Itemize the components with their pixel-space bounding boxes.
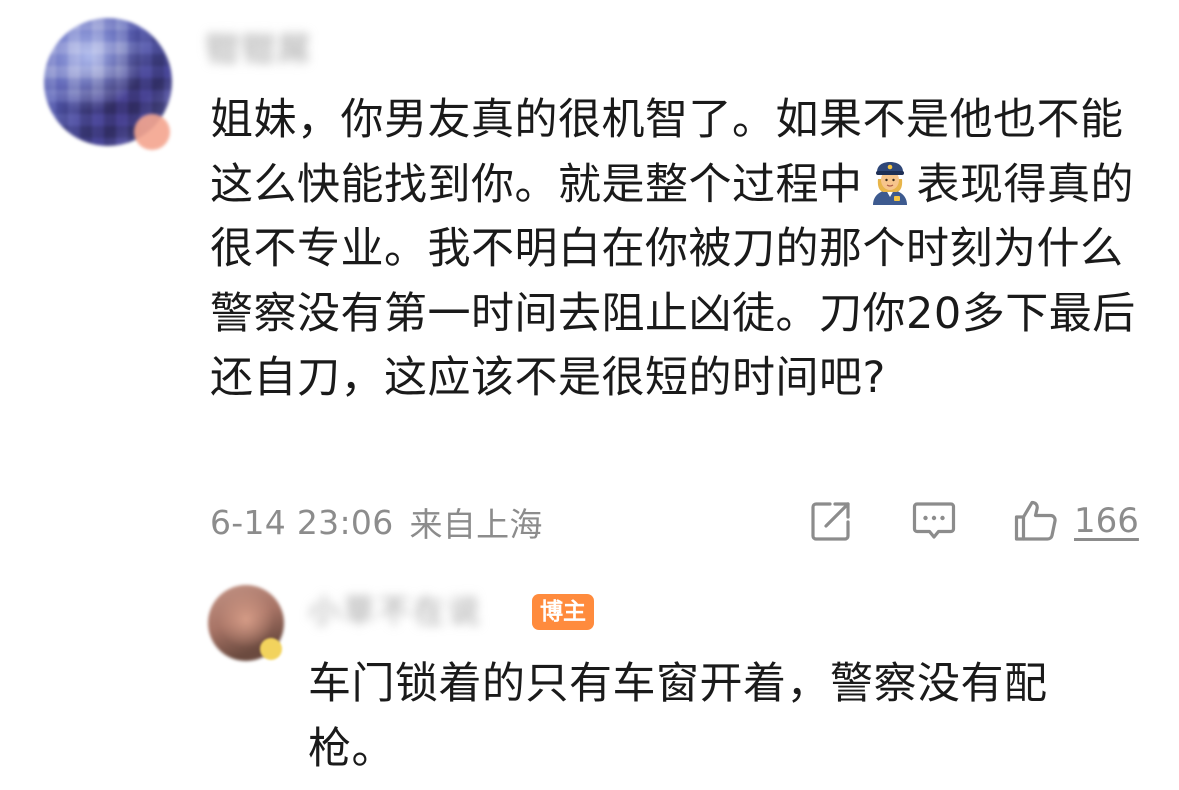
reply-text: 车门锁着的只有车窗开着，警察没有配枪。 bbox=[308, 659, 1048, 774]
like-count: 166 bbox=[1074, 501, 1139, 541]
reply-button[interactable] bbox=[910, 496, 958, 546]
reply-username[interactable]: 小草不在说 bbox=[308, 588, 523, 634]
avatar-badge-icon bbox=[134, 114, 170, 150]
commenter-username-text: 钳钳屌 bbox=[205, 30, 313, 70]
author-badge: 博主 bbox=[532, 594, 594, 630]
reply-username-text: 小草不在说 bbox=[308, 592, 484, 630]
comment-location: 来自上海 bbox=[409, 505, 543, 544]
comment-meta: 6-14 23:06 来自上海 bbox=[210, 498, 543, 546]
like-button[interactable]: 166 bbox=[1012, 496, 1139, 546]
police-officer-emoji-icon bbox=[867, 159, 913, 205]
share-button[interactable] bbox=[808, 496, 854, 546]
comment-icon bbox=[912, 502, 956, 539]
comment-time: 6-14 23:06 bbox=[210, 502, 394, 542]
comment-text: 姐妹，你男友真的很机智了。如果不是他也不能这么快能找到你。就是整个过程中 表现得… bbox=[210, 88, 1145, 411]
commenter-username[interactable]: 钳钳屌 bbox=[205, 28, 335, 72]
verified-badge-icon bbox=[260, 638, 282, 660]
thumbs-up-icon bbox=[1014, 500, 1057, 541]
share-icon bbox=[811, 502, 850, 541]
